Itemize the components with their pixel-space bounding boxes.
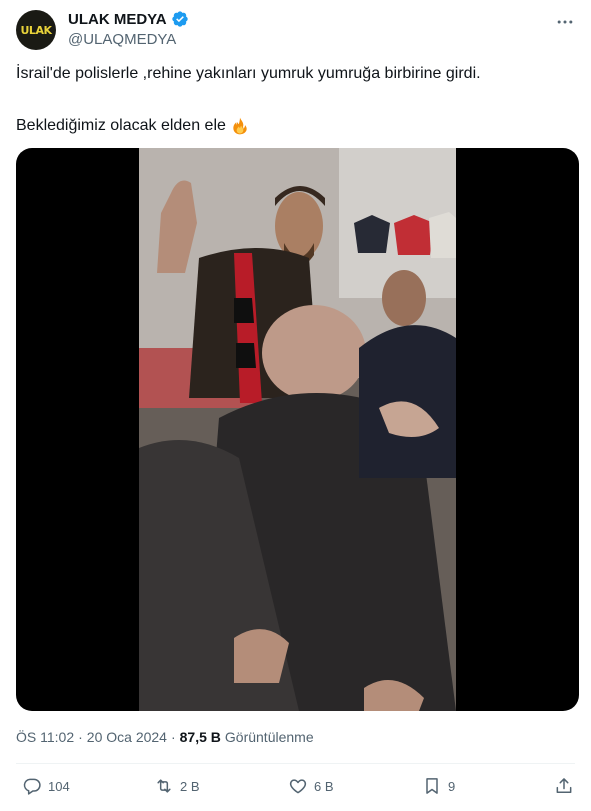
tweet-text-line2-text: Beklediğimiz olacak elden ele	[16, 117, 226, 134]
video-player[interactable]	[16, 148, 579, 711]
views-label: Görüntülenme	[224, 729, 314, 745]
divider	[16, 763, 575, 764]
tweet-date[interactable]: 20 Oca 2024	[87, 729, 167, 745]
action-bar: 104 2 B 6 B 9	[0, 776, 591, 800]
retweet-count: 2 B	[180, 778, 200, 794]
tweet-text-line2: Beklediğimiz olacak elden ele	[16, 116, 250, 136]
avatar-logo-text: ULAK	[20, 23, 52, 37]
tweet-text-line1: İsrail'de polislerle ,rehine yakınları y…	[16, 65, 481, 82]
tweet-meta: ÖS 11:02 · 20 Oca 2024 · 87,5 B Görüntül…	[16, 729, 314, 745]
bookmark-count: 9	[448, 778, 456, 794]
verified-badge-icon	[171, 11, 188, 27]
more-options-icon[interactable]	[555, 12, 575, 32]
reply-count: 104	[48, 778, 70, 794]
video-frame	[139, 148, 456, 711]
retweet-button[interactable]: 2 B	[154, 776, 200, 796]
avatar[interactable]: ULAK	[16, 10, 56, 50]
bookmark-icon	[426, 778, 438, 794]
display-name[interactable]: ULAK MEDYA	[68, 11, 167, 28]
reply-button[interactable]: 104	[22, 776, 70, 796]
tweet-time[interactable]: ÖS 11:02	[16, 729, 74, 745]
account-handle[interactable]: @ULAQMEDYA	[68, 31, 176, 48]
meta-separator: ·	[78, 729, 83, 745]
like-count: 6 B	[314, 778, 334, 794]
fire-icon	[233, 117, 247, 135]
tweet: ULAK ULAK MEDYA @ULAQMEDYA İsrail'de pol…	[0, 0, 591, 811]
reply-icon	[23, 778, 41, 795]
views-count: 87,5 B	[179, 729, 221, 745]
retweet-icon	[157, 779, 171, 793]
heart-icon	[289, 779, 307, 794]
like-button[interactable]: 6 B	[288, 776, 334, 796]
author-name-row: ULAK MEDYA	[68, 10, 189, 28]
meta-separator: ·	[170, 729, 176, 745]
bookmark-button[interactable]: 9	[422, 776, 455, 796]
share-button[interactable]	[554, 776, 574, 796]
share-icon	[556, 778, 572, 793]
